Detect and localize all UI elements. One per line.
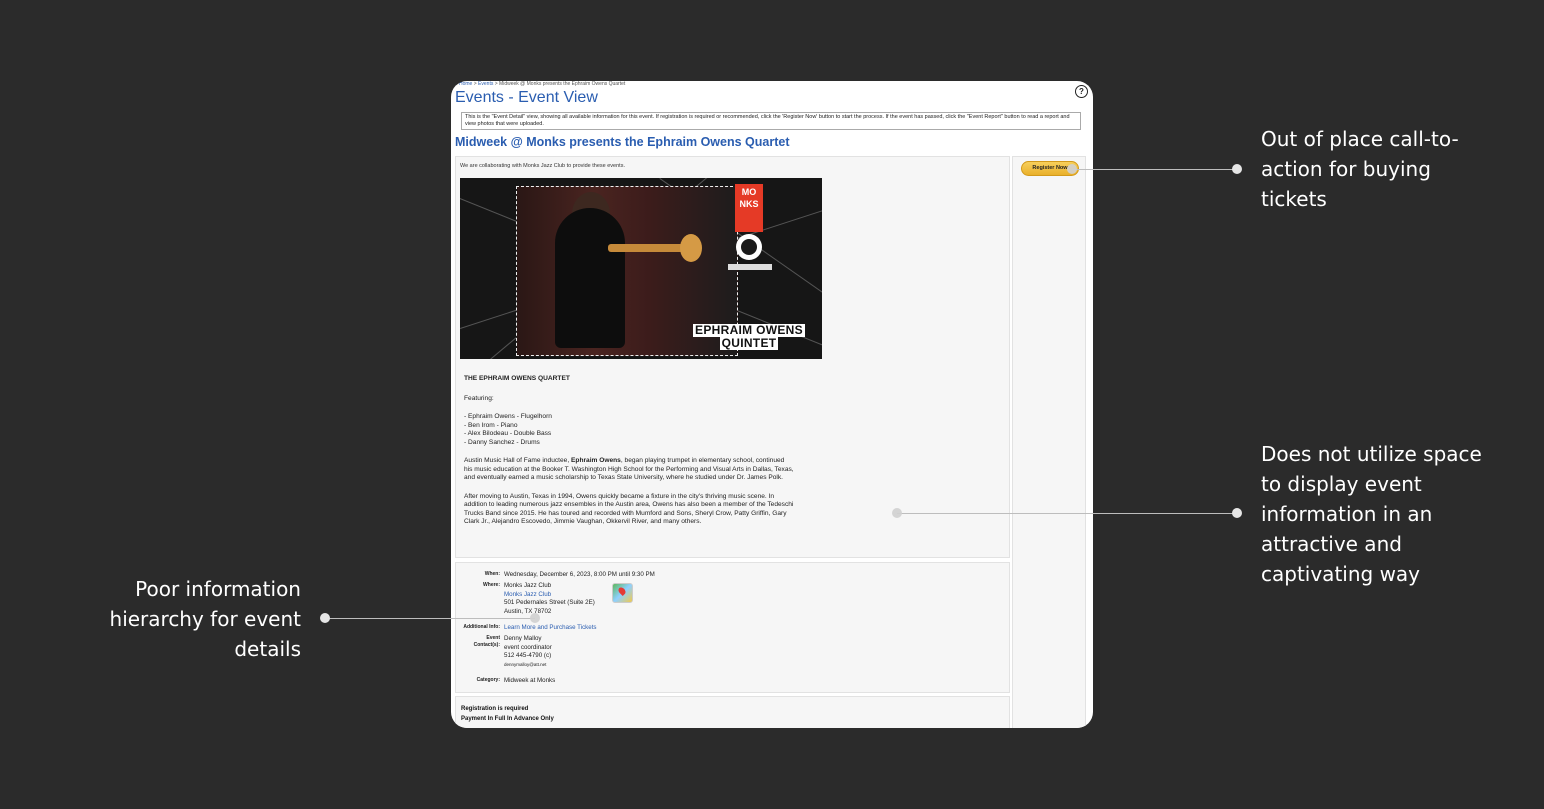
venue-city: Austin, TX 78702: [504, 607, 552, 615]
annotation-line: action for buying: [1261, 157, 1431, 181]
member-item: - Danny Sanchez - Drums: [464, 438, 540, 446]
breadcrumb: Home > Events > Midweek @ Monks presents…: [459, 81, 625, 87]
callout-dot: [1232, 508, 1242, 518]
sidebar-panel: Register Now: [1012, 156, 1086, 728]
member-item: - Ephraim Owens - Flugelhorn: [464, 413, 552, 420]
event-details-panel: When: Wednesday, December 6, 2023, 8:00 …: [455, 562, 1010, 693]
poster-fine-print: [728, 264, 772, 270]
bio-paragraph: Austin Music Hall of Fame inductee, Ephr…: [464, 457, 794, 483]
event-description-panel: We are collaborating with Monks Jazz Clu…: [455, 156, 1010, 558]
help-icon[interactable]: ?: [1075, 85, 1088, 98]
bio-paragraph: After moving to Austin, Texas in 1994, O…: [464, 492, 794, 526]
bio-featuring: Featuring:: [464, 394, 494, 402]
registration-required: Registration is required: [461, 706, 529, 712]
detail-value: Midweek at Monks: [504, 677, 556, 684]
bio-text: Austin Music Hall of Fame inductee,: [464, 457, 572, 464]
label-part: Event: [486, 635, 500, 641]
contact-name: Denny Malloy: [504, 635, 542, 642]
detail-label: Additional Info:: [463, 624, 500, 630]
event-page-screenshot: Home > Events > Midweek @ Monks presents…: [451, 81, 1093, 728]
breadcrumb-events[interactable]: Events: [478, 81, 493, 87]
callout-line: [897, 513, 1238, 514]
annotation-cta: Out of place call-to- action for buying …: [1261, 124, 1501, 214]
page-title: Events - Event View: [455, 89, 598, 106]
annotation-line: Out of place call-to-: [1261, 127, 1459, 151]
bio-members: - Ephraim Owens - Flugelhorn - Ben Irom …: [464, 413, 794, 447]
callout-target-dot: [1067, 164, 1077, 174]
contact-phone: 512 445-4790 (c): [504, 652, 552, 659]
event-poster-image: MO NKS EPHRAIM OWENS QUINTET: [460, 178, 822, 359]
poster-artist-name: EPHRAIM OWENS QUINTET: [684, 324, 814, 350]
callout-target-dot: [530, 613, 540, 623]
detail-label: Event Contact(s):: [456, 635, 500, 648]
label-part: Contact(s):: [473, 641, 500, 648]
annotation-line: to display event: [1261, 472, 1422, 496]
breadcrumb-current: Midweek @ Monks presents the Ephraim Owe…: [499, 81, 626, 87]
registration-panel: Registration is required Payment In Full…: [455, 696, 1010, 728]
collab-text: We are collaborating with Monks Jazz Clu…: [460, 163, 625, 169]
poster-musician: [555, 208, 625, 348]
callout-target-dot: [892, 508, 902, 518]
annotation-line: information in an: [1261, 502, 1433, 526]
info-box: This is the "Event Detail" view, showing…: [461, 112, 1081, 130]
detail-label: Category:: [476, 677, 500, 683]
annotation-line: Poor information: [135, 577, 301, 601]
payment-terms: Payment In Full In Advance Only: [461, 716, 554, 722]
member-item: - Ben Irom - Piano: [464, 421, 518, 429]
member-item: - Alex Bilodeau - Double Bass: [464, 430, 552, 437]
contact-role: event coordinator: [504, 643, 552, 651]
purchase-tickets-link[interactable]: Learn More and Purchase Tickets: [504, 624, 597, 633]
venue-name: Monks Jazz Club: [504, 582, 552, 589]
trumpet-icon: [608, 244, 688, 252]
annotation-line: captivating way: [1261, 562, 1421, 586]
callout-dot: [320, 613, 330, 623]
event-title: Midweek @ Monks presents the Ephraim Owe…: [455, 135, 790, 149]
callout-line: [1072, 169, 1238, 170]
trumpet-bell-icon: [680, 234, 702, 262]
annotation-line: details: [234, 637, 301, 661]
detail-label: When:: [484, 571, 500, 577]
venue-street: 501 Pedernales Street (Suite 2E): [504, 599, 595, 606]
detail-value: Denny Malloy event coordinator 512 445-4…: [504, 635, 552, 669]
detail-label: Where:: [483, 582, 500, 588]
map-icon[interactable]: [612, 583, 633, 603]
annotation-line: attractive and: [1261, 532, 1402, 556]
annotation-line: tickets: [1261, 187, 1327, 211]
callout-dot: [1232, 164, 1242, 174]
bio-artist: Ephraim Owens: [571, 457, 621, 464]
detail-value: Wednesday, December 6, 2023, 8:00 PM unt…: [504, 571, 655, 578]
contact-email[interactable]: dennymalloy@att.net: [504, 662, 546, 667]
detail-value: Monks Jazz Club Monks Jazz Club 501 Pede…: [504, 582, 595, 616]
event-bio: THE EPHRAIM OWENS QUARTET Featuring: - E…: [464, 375, 794, 537]
monks-logo: MO NKS: [735, 184, 763, 232]
badge-icon: [736, 234, 762, 260]
annotation-line: Does not utilize space: [1261, 442, 1482, 466]
bio-heading: THE EPHRAIM OWENS QUARTET: [464, 375, 570, 382]
annotation-hierarchy: Poor information hierarchy for event det…: [96, 574, 301, 664]
callout-line: [325, 618, 535, 619]
poster-name-line: QUINTET: [719, 336, 779, 350]
annotation-space: Does not utilize space to display event …: [1261, 439, 1501, 589]
breadcrumb-home[interactable]: Home: [459, 81, 472, 87]
venue-link[interactable]: Monks Jazz Club: [504, 591, 551, 598]
annotation-line: hierarchy for event: [109, 607, 301, 631]
